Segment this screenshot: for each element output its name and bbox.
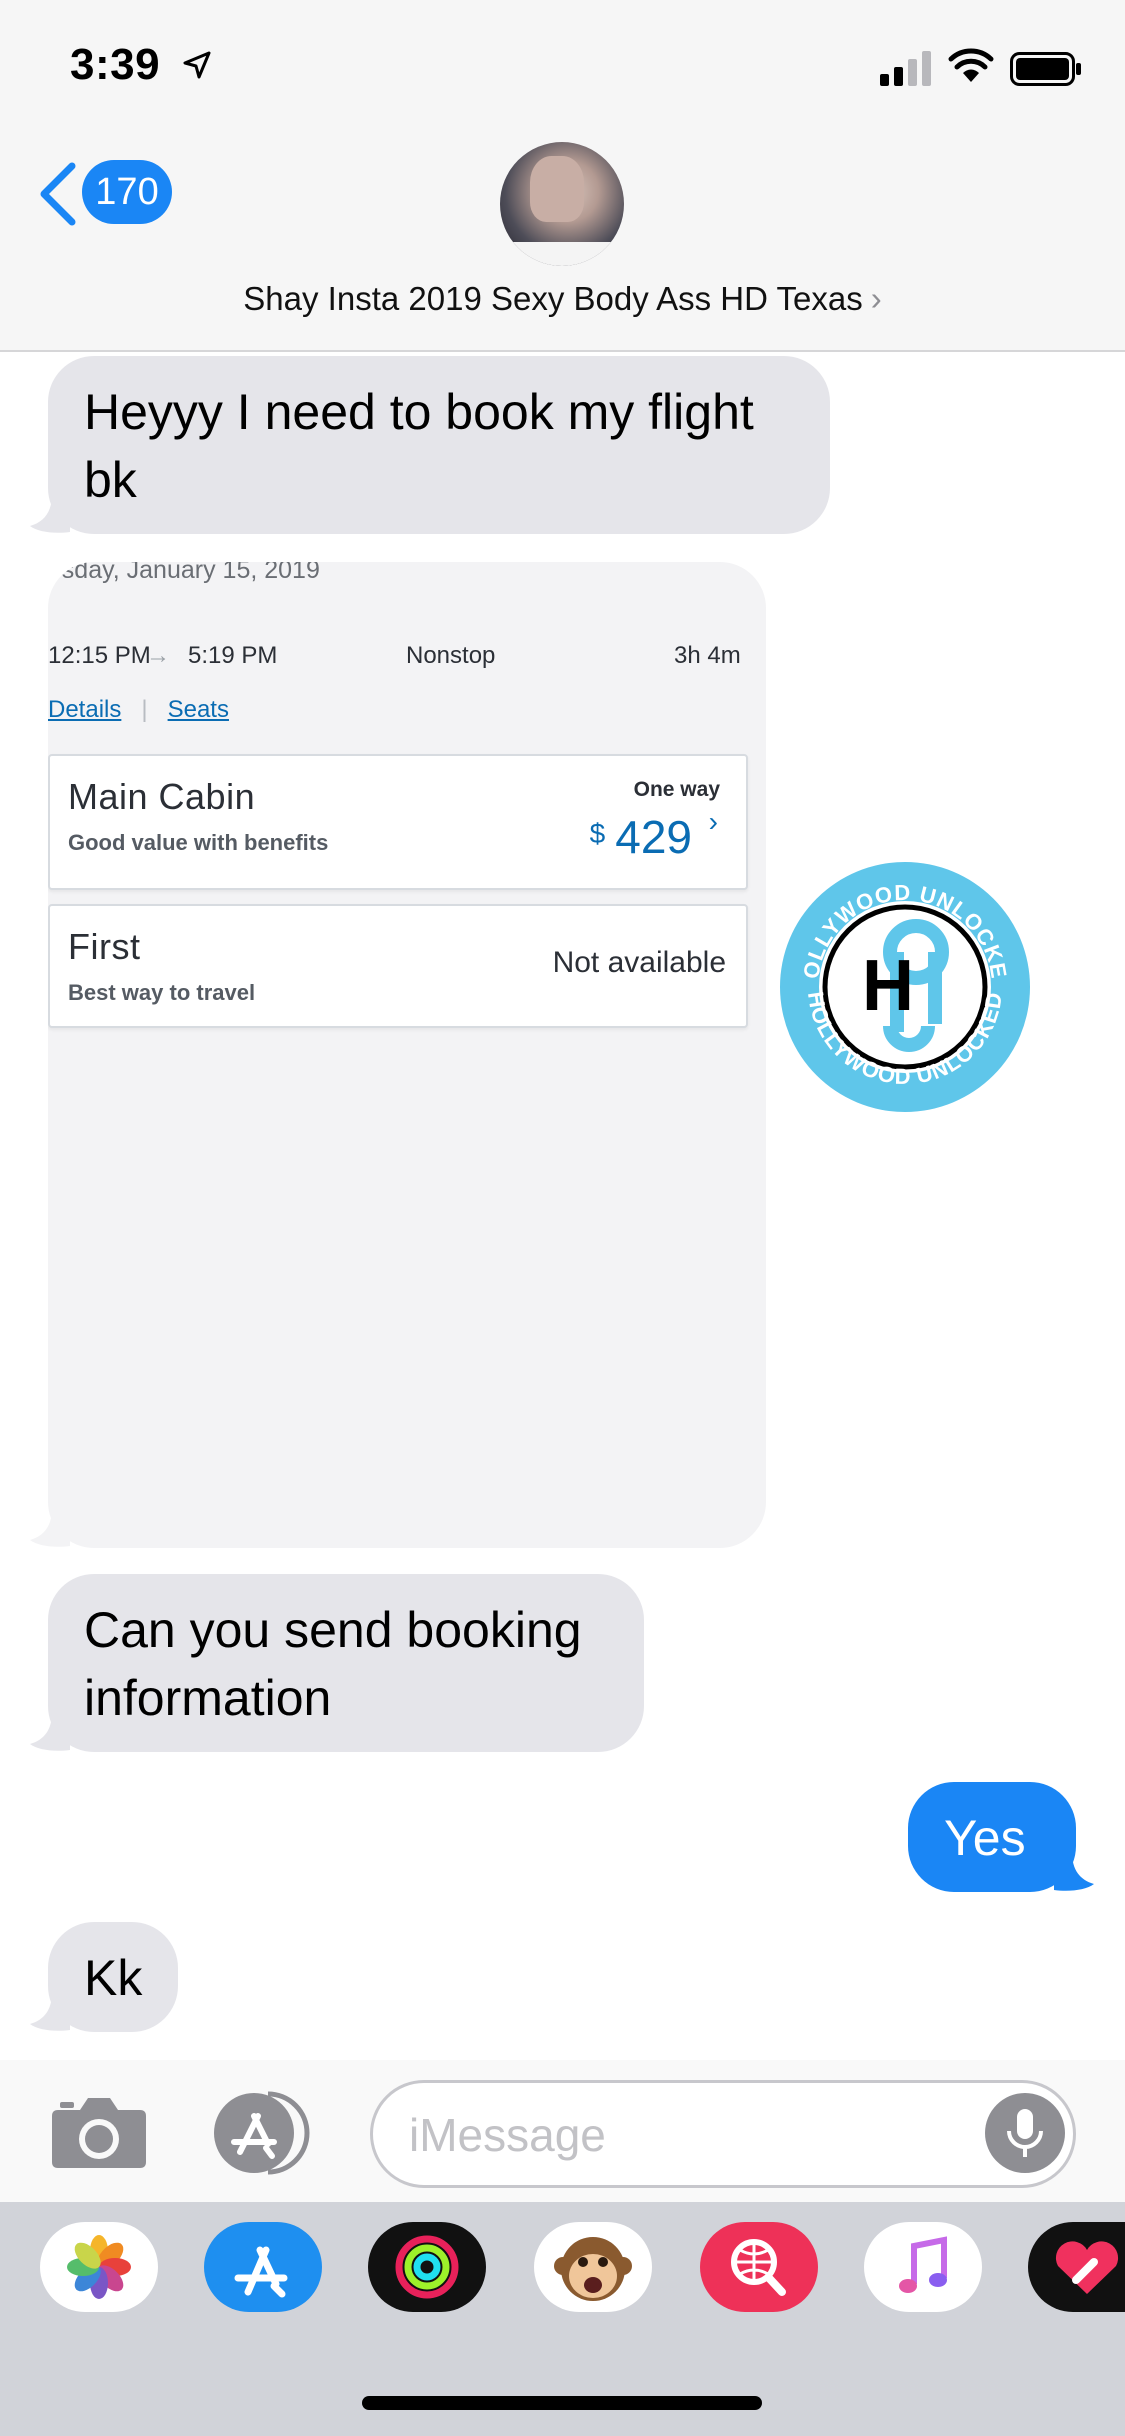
fare-subtitle: Good value with benefits: [68, 830, 329, 855]
location-arrow-icon: [183, 51, 211, 79]
seats-link[interactable]: Seats: [168, 696, 229, 723]
home-indicator[interactable]: [362, 2396, 762, 2410]
bubble-tail: [30, 1992, 70, 2031]
price-value: 429: [615, 811, 692, 863]
bubble-tail: [30, 1712, 70, 1751]
unread-count-badge[interactable]: 170: [82, 160, 172, 224]
fare-option-first[interactable]: First Best way to travel Not available: [48, 904, 748, 1028]
flight-screenshot-card[interactable]: uesday, January 15, 2019 12:15 PM → 5:19…: [48, 562, 766, 1548]
message-text: Heyyy I need to book my flight bk: [84, 384, 754, 508]
fare-option-main-cabin[interactable]: Main Cabin Good value with benefits One …: [48, 754, 748, 890]
music-icon[interactable]: [864, 2222, 982, 2312]
photos-icon[interactable]: [40, 2222, 158, 2312]
arrow-right-icon: →: [146, 642, 170, 669]
chevron-right-icon: ›: [708, 806, 718, 837]
message-bubble-received[interactable]: Can you send booking information: [48, 1574, 644, 1752]
animoji-icon[interactable]: [534, 2222, 652, 2312]
contact-name: Shay Insta 2019 Sexy Body Ass HD Texas: [243, 280, 863, 317]
back-chevron-icon[interactable]: [36, 162, 78, 226]
stops-label: Nonstop: [406, 642, 496, 669]
flight-duration: 3h 4m: [674, 642, 741, 669]
camera-icon[interactable]: [50, 2094, 148, 2170]
message-text: Kk: [84, 1950, 143, 2006]
fare-price: $429: [590, 810, 692, 864]
bubble-tail: [30, 1508, 70, 1547]
depart-time: 12:15 PM: [48, 642, 151, 669]
bubble-tail: [1054, 1852, 1094, 1891]
message-bubble-sent[interactable]: Yes: [908, 1782, 1076, 1892]
web-search-icon[interactable]: [700, 2222, 818, 2312]
dictation-button[interactable]: [985, 2093, 1065, 2173]
trip-type: One way: [633, 778, 720, 801]
svg-text:H: H: [862, 946, 914, 1026]
flight-date: uesday, January 15, 2019: [48, 562, 320, 584]
hollywood-unlocked-watermark-logo: HOLLYWOOD UNLOCKED HOLLYWOOD UNLOCKED H: [778, 860, 1030, 1112]
flight-links: Details | Seats: [48, 696, 229, 724]
status-time: 3:39: [70, 40, 161, 89]
message-bubble-received[interactable]: Heyyy I need to book my flight bk: [48, 356, 830, 534]
link-divider: |: [141, 696, 148, 723]
details-link[interactable]: Details: [48, 696, 121, 723]
bubble-tail: [30, 494, 70, 533]
arrive-time: 5:19 PM: [188, 642, 278, 669]
battery-icon: [1010, 52, 1081, 86]
message-text: Yes: [944, 1810, 1026, 1866]
wifi-icon: [948, 48, 994, 82]
cellular-signal-icon: [880, 51, 931, 86]
message-text-field[interactable]: [409, 2105, 969, 2165]
message-text: Can you send booking information: [84, 1602, 582, 1726]
app-store-drawer-icon[interactable]: [210, 2090, 318, 2176]
app-store-icon[interactable]: [204, 2222, 322, 2312]
chevron-right-icon: ›: [870, 280, 882, 317]
fare-name: First: [68, 926, 141, 967]
imessage-input[interactable]: [370, 2080, 1076, 2188]
currency-symbol: $: [589, 818, 606, 849]
fare-name: Main Cabin: [68, 776, 256, 817]
contact-name-button[interactable]: Shay Insta 2019 Sexy Body Ass HD Texas ›: [0, 280, 1125, 318]
fare-subtitle: Best way to travel: [68, 980, 256, 1005]
microphone-icon: [1007, 2109, 1043, 2157]
digital-touch-icon[interactable]: [1028, 2222, 1125, 2312]
fare-availability: Not available: [552, 946, 726, 979]
contact-avatar[interactable]: [500, 142, 624, 266]
activity-icon[interactable]: [368, 2222, 486, 2312]
